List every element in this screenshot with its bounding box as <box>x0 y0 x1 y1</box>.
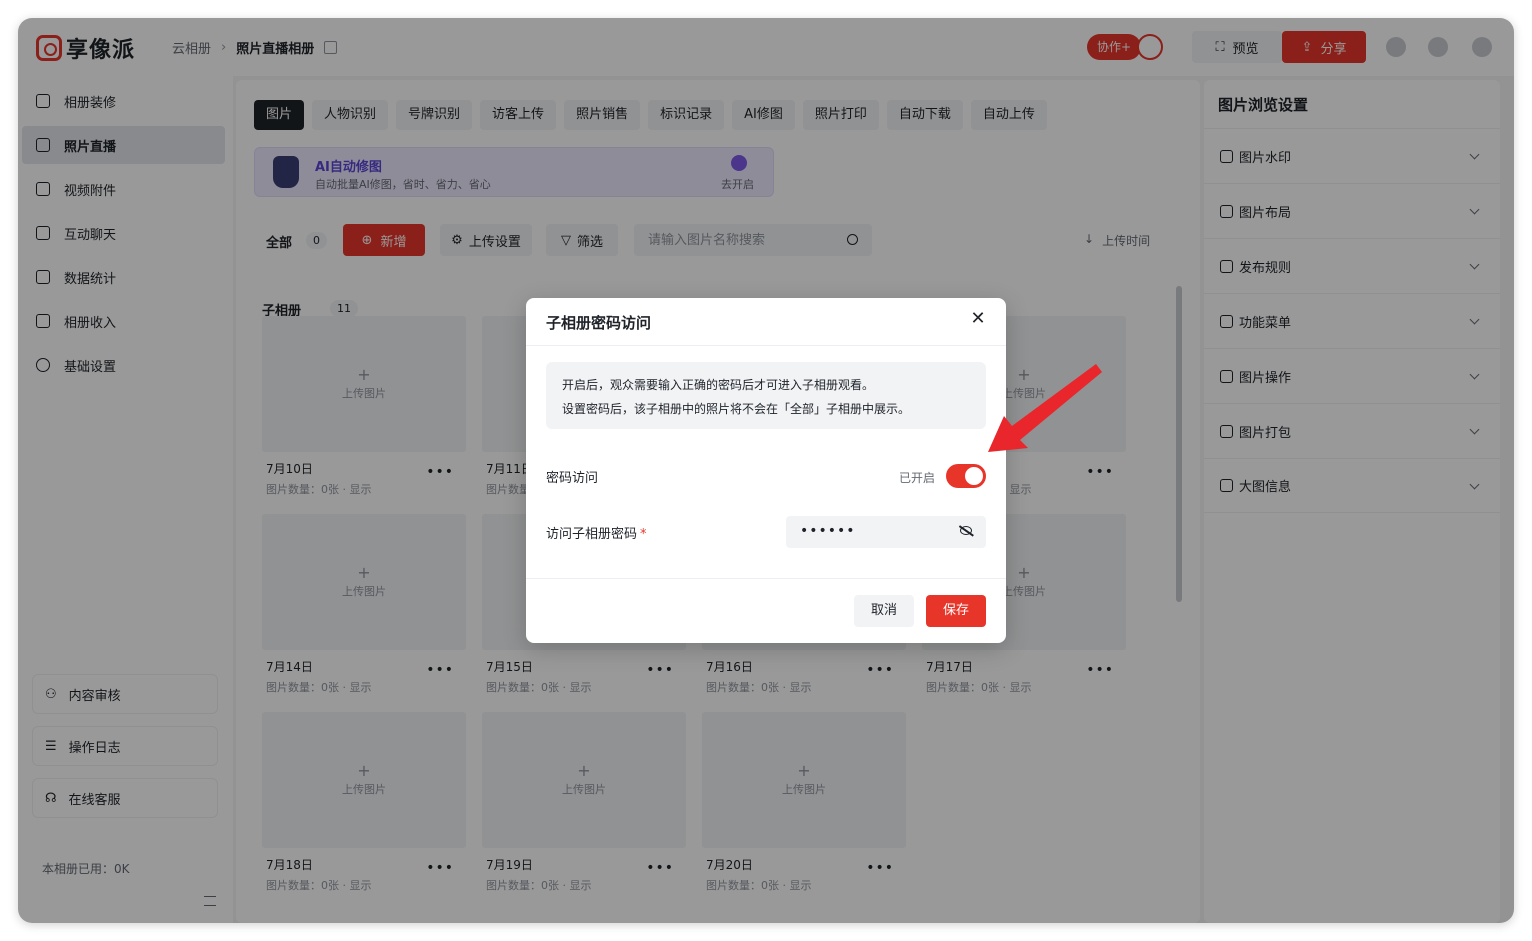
password-access-toggle[interactable] <box>946 464 986 488</box>
divider <box>526 578 1006 579</box>
password-access-dialog: 子相册密码访问 ✕ 开启后，观众需要输入正确的密码后才可进入子相册观看。 设置密… <box>526 298 1006 643</box>
required-mark: * <box>640 527 647 542</box>
password-access-label: 密码访问 <box>546 471 599 486</box>
password-field-label: 访问子相册密码 * <box>546 523 647 542</box>
dialog-title: 子相册密码访问 <box>546 314 652 332</box>
toggle-state-label: 已开启 <box>899 471 936 485</box>
password-label-text: 访问子相册密码 <box>546 527 638 542</box>
info-note-line-1: 开启后，观众需要输入正确的密码后才可进入子相册观看。 <box>562 378 875 392</box>
close-icon[interactable]: ✕ <box>969 310 987 328</box>
password-value: •••••• <box>800 523 856 539</box>
save-button[interactable]: 保存 <box>926 595 986 627</box>
divider <box>526 345 1006 346</box>
info-note-line-2: 设置密码后，该子相册中的照片将不会在「全部」子相册中展示。 <box>562 402 911 416</box>
info-note: 开启后，观众需要输入正确的密码后才可进入子相册观看。 设置密码后，该子相册中的照… <box>546 362 986 429</box>
annotation-arrow-icon <box>988 364 1102 452</box>
password-field[interactable]: •••••• <box>786 516 986 548</box>
cancel-button[interactable]: 取消 <box>854 595 914 627</box>
eye-off-icon[interactable] <box>960 526 972 535</box>
